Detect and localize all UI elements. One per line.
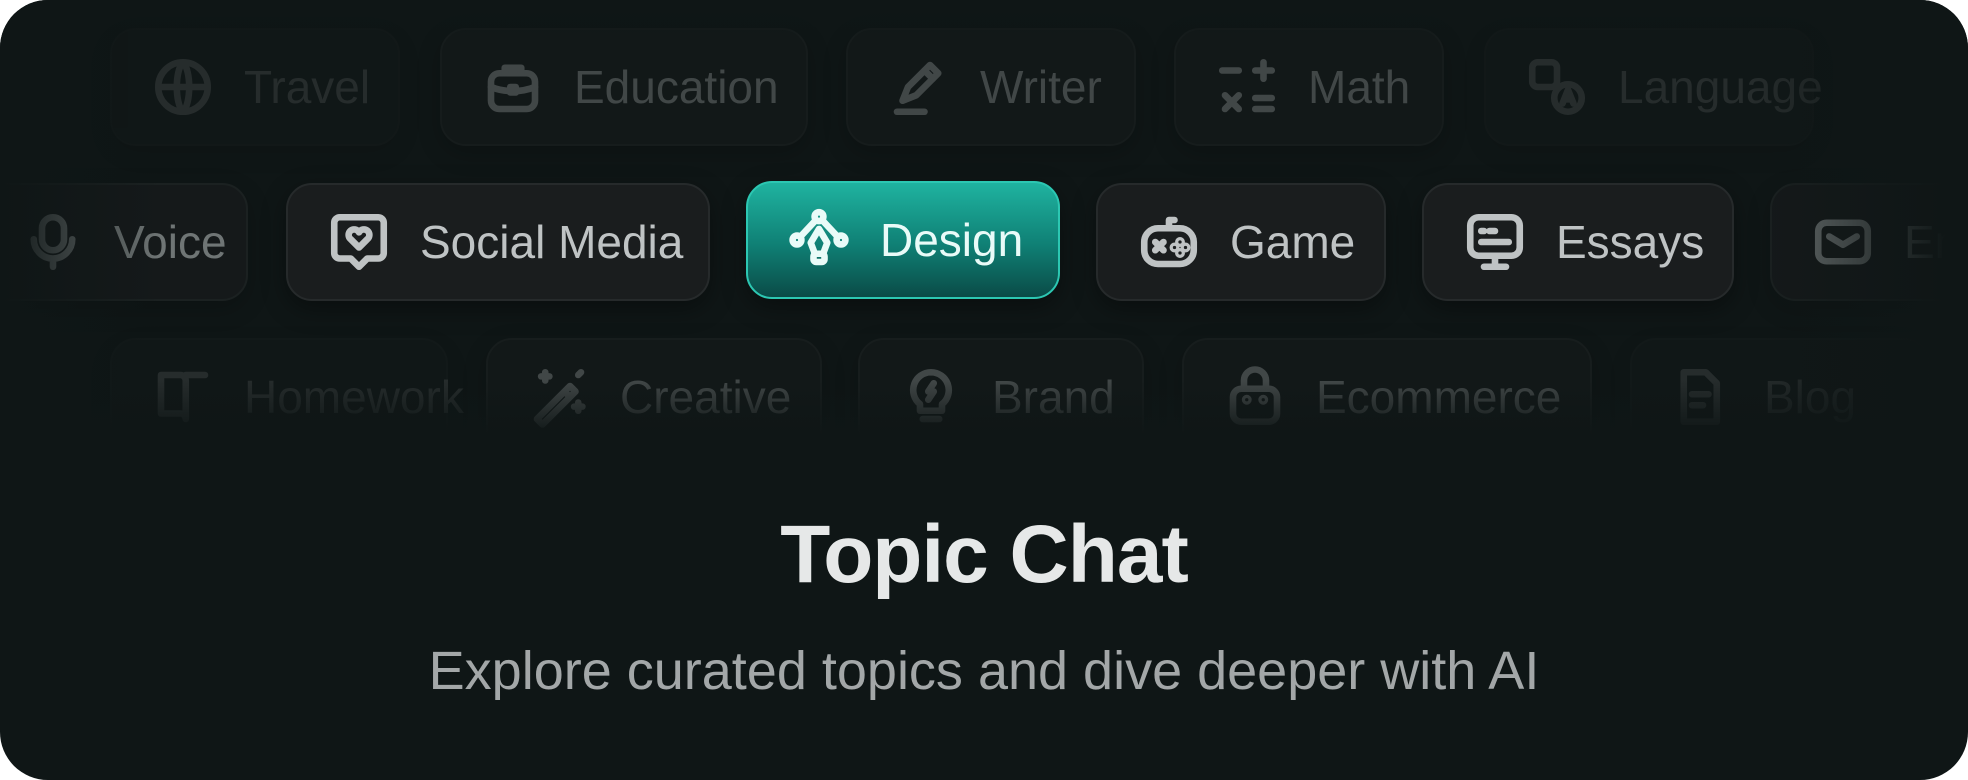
chip-education[interactable]: Education <box>440 28 808 146</box>
microphone-icon <box>20 209 86 275</box>
chip-label: Math <box>1308 61 1411 113</box>
chip-label: Design <box>880 214 1024 266</box>
chip-creative[interactable]: Creative <box>486 338 822 456</box>
mail-icon <box>1810 209 1876 275</box>
briefcase-icon <box>480 54 546 120</box>
globe-icon <box>150 54 216 120</box>
chip-label: Voice <box>114 216 227 268</box>
chip-label: Game <box>1230 216 1356 268</box>
chip-label: Essays <box>1556 216 1705 268</box>
heart-bubble-icon <box>326 209 392 275</box>
chip-label: Travel <box>244 61 371 113</box>
page-subtitle: Explore curated topics and dive deeper w… <box>428 641 1540 701</box>
lightbulb-icon <box>898 364 964 430</box>
chip-label: Homework <box>244 371 464 423</box>
chip-travel[interactable]: Travel <box>110 28 400 146</box>
chip-social-media[interactable]: Social Media <box>286 183 710 301</box>
book-icon <box>150 364 216 430</box>
chip-writer[interactable]: Writer <box>846 28 1136 146</box>
topic-chat-card: Travel Education Writer Math Language Vo… <box>0 0 1968 780</box>
chip-label: Blog <box>1764 371 1857 423</box>
chip-label: Email <box>1904 216 1968 268</box>
chip-ecommerce[interactable]: Ecommerce <box>1182 338 1592 456</box>
chip-design[interactable]: Design <box>746 181 1060 299</box>
chip-label: Ecommerce <box>1316 371 1562 423</box>
chip-blog[interactable]: Blog <box>1630 338 1930 456</box>
chip-label: Writer <box>980 61 1102 113</box>
chip-language[interactable]: Language <box>1484 28 1823 146</box>
topic-chip-carousel: Travel Education Writer Math Language Vo… <box>0 0 1968 460</box>
chip-voice[interactable]: Voice <box>0 183 248 301</box>
chip-label: Creative <box>620 371 792 423</box>
translate-icon <box>1524 54 1590 120</box>
shopping-bag-icon <box>1222 364 1288 430</box>
chip-math[interactable]: Math <box>1174 28 1444 146</box>
chip-label: Brand <box>992 371 1115 423</box>
gamepad-icon <box>1136 209 1202 275</box>
chip-homework[interactable]: Homework <box>110 338 464 456</box>
page-title: Topic Chat <box>780 509 1189 600</box>
chip-label: Social Media <box>420 216 684 268</box>
document-lines-icon <box>1462 209 1528 275</box>
chip-game[interactable]: Game <box>1096 183 1386 301</box>
pen-tool-icon <box>786 207 852 273</box>
magic-wand-icon <box>526 364 592 430</box>
chip-label: Language <box>1618 61 1823 113</box>
chip-email[interactable]: Email <box>1770 183 1968 301</box>
chip-brand[interactable]: Brand <box>858 338 1144 456</box>
chip-essays[interactable]: Essays <box>1422 183 1734 301</box>
math-symbols-icon <box>1214 54 1280 120</box>
chip-label: Education <box>574 61 779 113</box>
blog-icon <box>1670 364 1736 430</box>
pencil-icon <box>886 54 952 120</box>
